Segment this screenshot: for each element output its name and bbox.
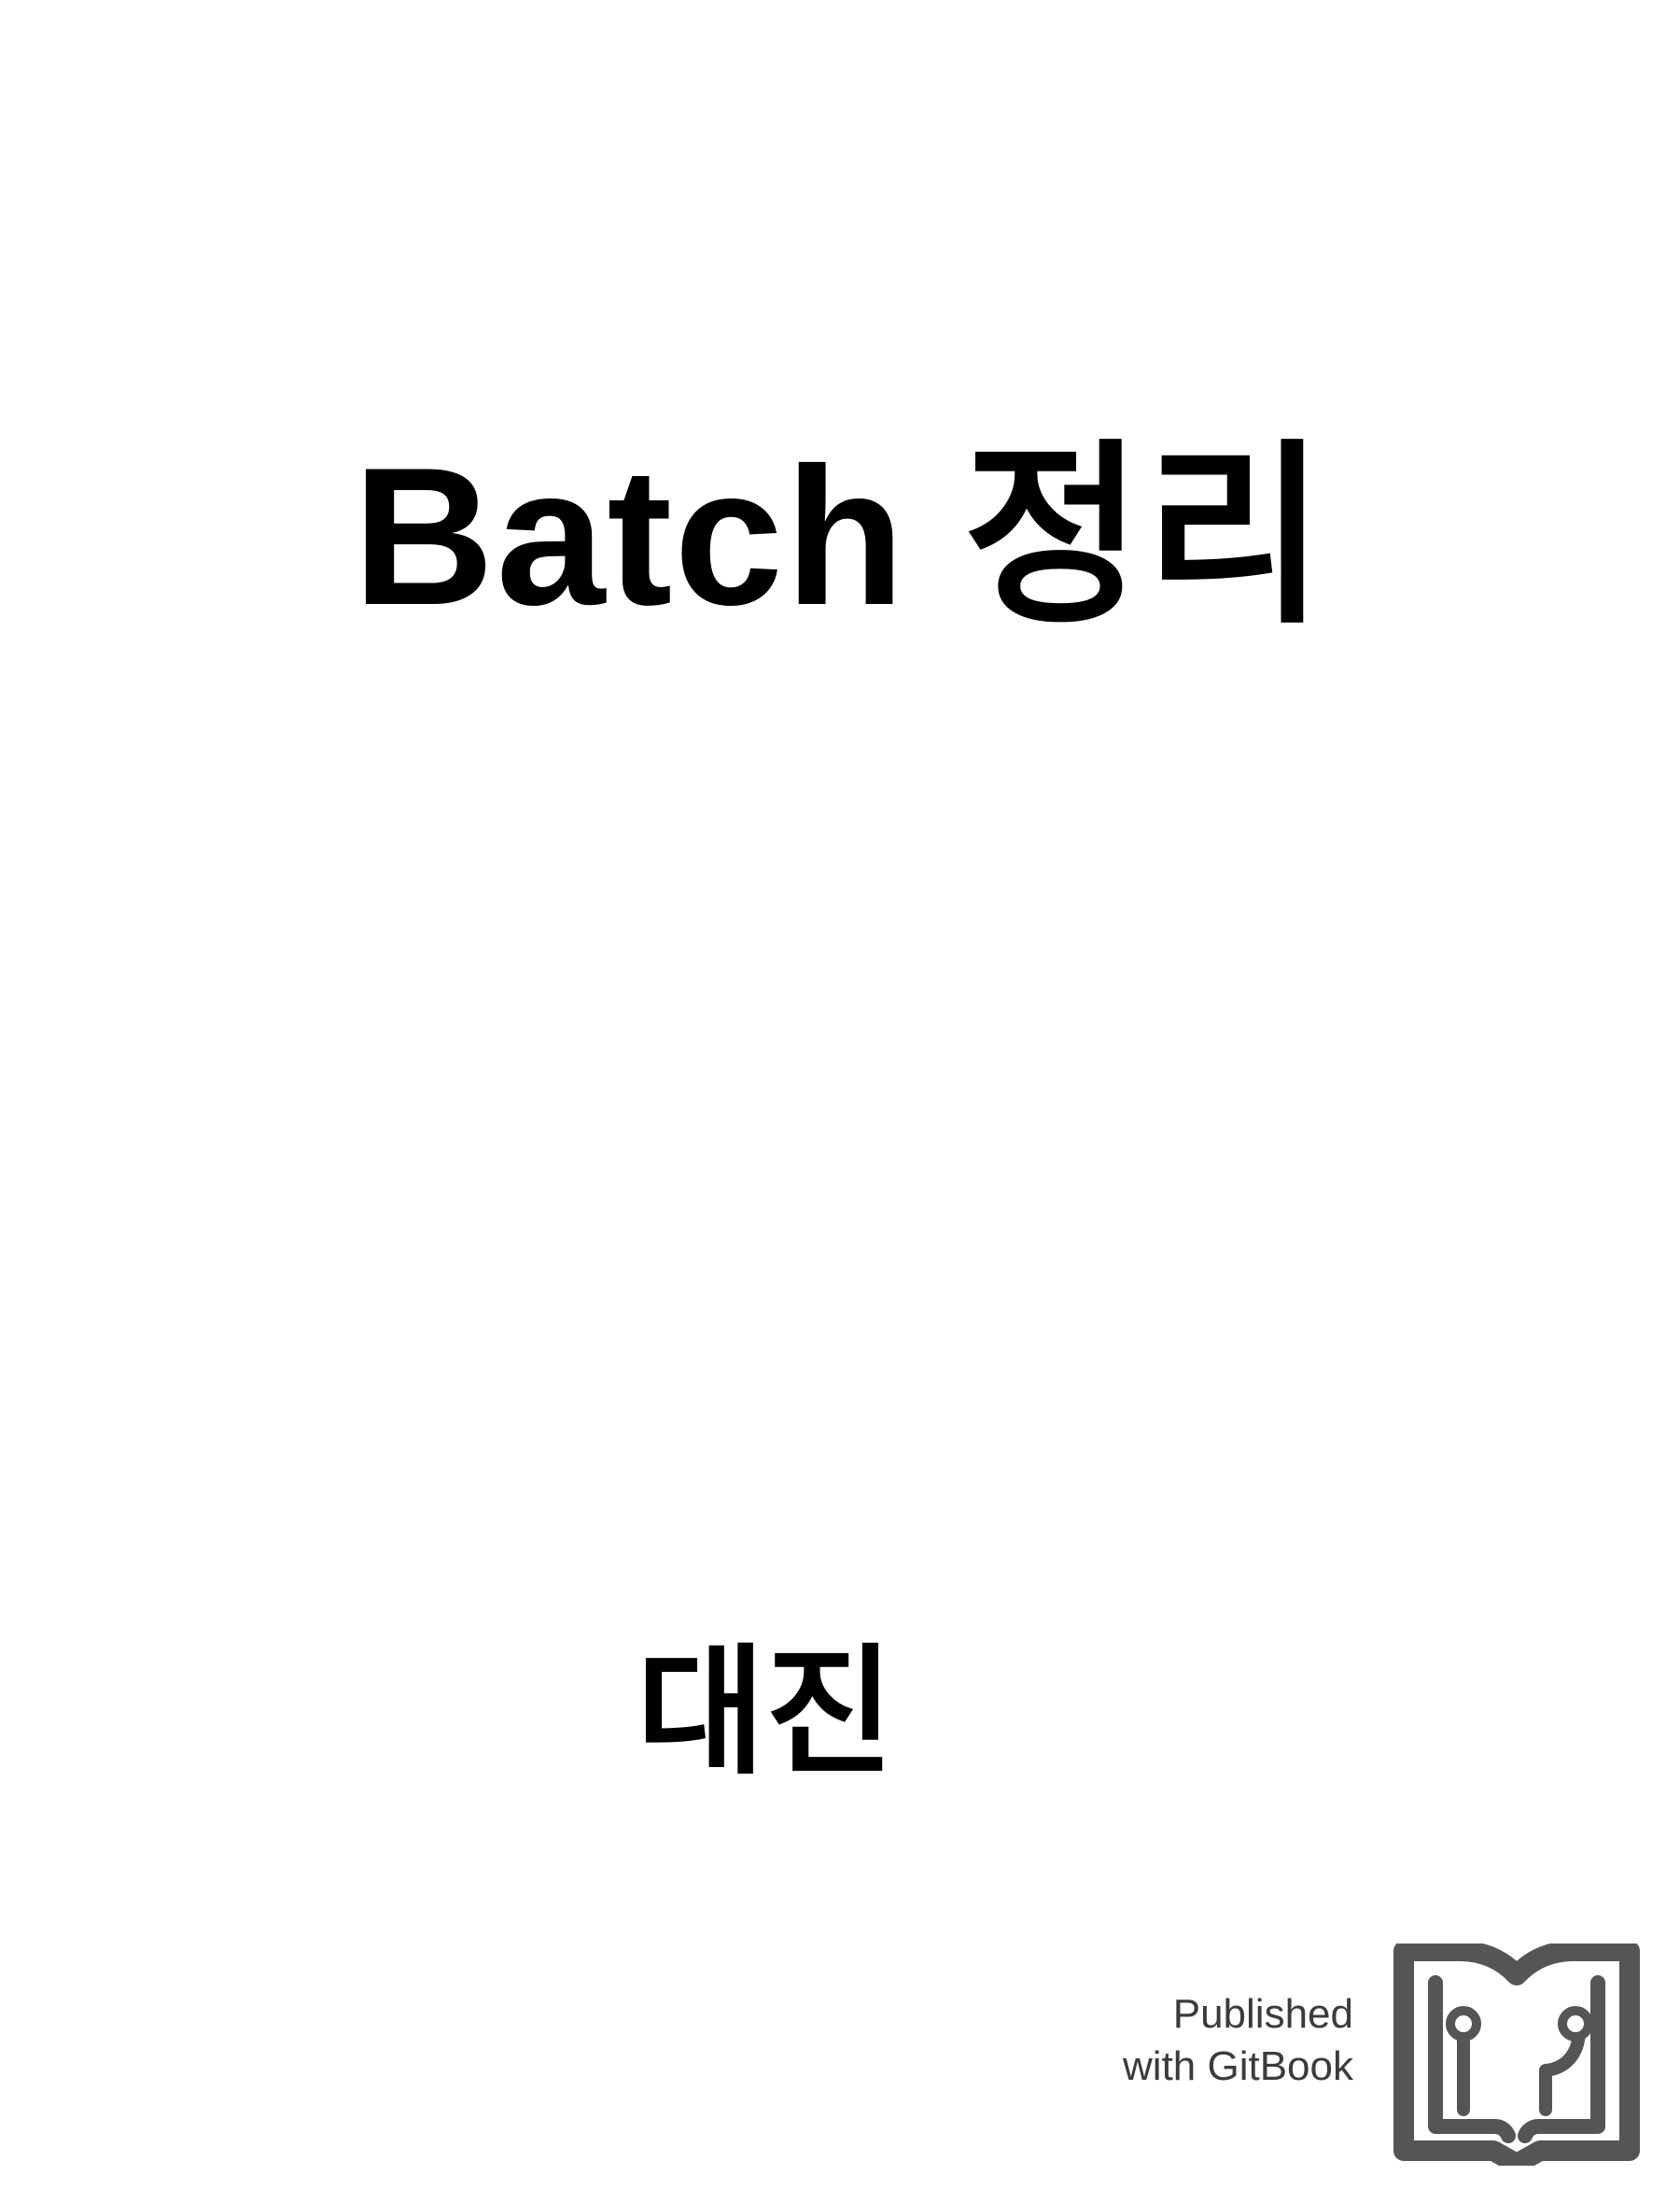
gitbook-logo-icon [1393,1943,1640,2166]
publisher-line-1: Published [1172,1991,1353,2037]
publisher-label: Published with GitBook [1027,1988,1353,2093]
book-title: Batch 정리 [352,427,1328,646]
author-name: 대진 [636,1632,894,1794]
publisher-line-2: with GitBook [1123,2042,1353,2089]
